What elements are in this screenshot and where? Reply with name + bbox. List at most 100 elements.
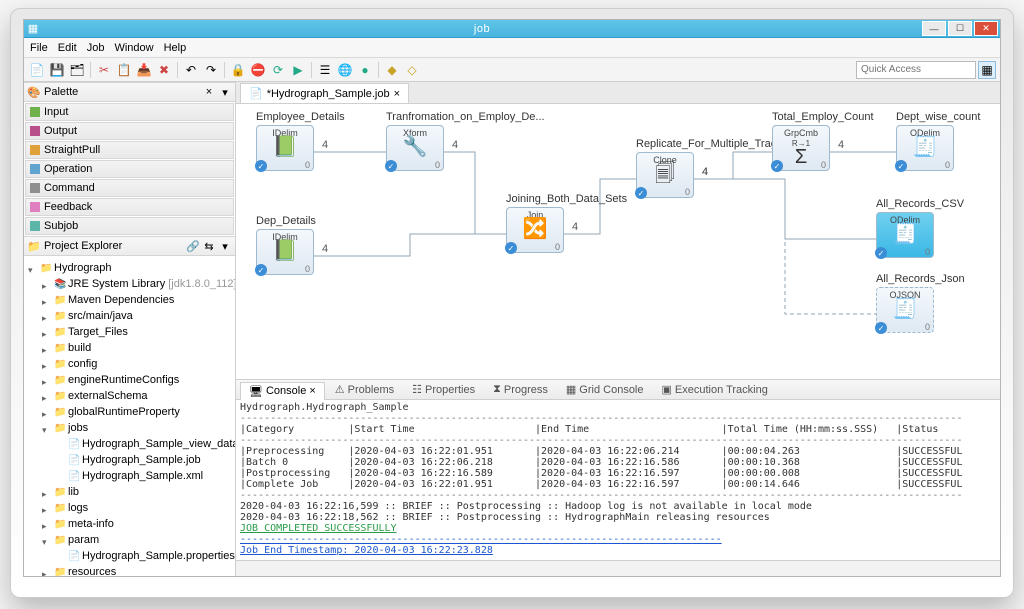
console-output[interactable]: Hydrograph.Hydrograph_Sample------------…: [236, 400, 1000, 560]
graph-node[interactable]: Replicate_For_Multiple_Traget... Clone 🗐…: [636, 139, 712, 198]
tree-node[interactable]: ▸📁config: [40, 356, 233, 372]
stop-icon[interactable]: ⛔: [249, 61, 267, 79]
saveall-icon[interactable]: 🗂: [68, 61, 86, 79]
palette-item[interactable]: Operation: [25, 160, 234, 178]
mark2-icon[interactable]: ◇: [403, 61, 421, 79]
tab-console[interactable]: 🖥 Console ×: [240, 382, 325, 400]
maximize-button[interactable]: ☐: [948, 21, 972, 36]
tab-close-icon[interactable]: ×: [394, 88, 400, 100]
tree-node[interactable]: ▸📁resources: [40, 564, 233, 576]
tree-node[interactable]: ▾📁param📄Hydrograph_Sample.properties: [40, 532, 233, 564]
tree-node[interactable]: 📄Hydrograph_Sample.properties: [54, 548, 233, 564]
run-icon[interactable]: ▶: [289, 61, 307, 79]
palette-item[interactable]: StraightPull: [25, 141, 234, 159]
collapse-icon[interactable]: ▾: [28, 262, 38, 272]
redo-icon[interactable]: ↷: [202, 61, 220, 79]
tree-node[interactable]: ▾📁Hydrograph▸📚JRE System Library [jdk1.8…: [26, 260, 233, 576]
expand-icon[interactable]: ▸: [42, 326, 52, 336]
tree-node[interactable]: 📄Hydrograph_Sample_view_data...: [54, 436, 233, 452]
mark1-icon[interactable]: ◆: [383, 61, 401, 79]
graph-node[interactable]: Tranfromation_on_Employ_De... Xform 🔧 ✓ …: [386, 112, 462, 171]
graph-node[interactable]: Dep_Details IDelim 📗 ✓ 0: [256, 216, 316, 275]
expand-icon[interactable]: ▸: [42, 406, 52, 416]
menu-edit[interactable]: Edit: [58, 42, 77, 54]
tree-node[interactable]: ▸📁engineRuntimeConfigs: [40, 372, 233, 388]
tab-grid[interactable]: ▦Grid Console: [558, 381, 652, 399]
collapse-icon[interactable]: ⇆: [203, 240, 215, 252]
palette-item[interactable]: Input: [25, 103, 234, 121]
menu-job[interactable]: Job: [87, 42, 105, 54]
explorer-menu-icon[interactable]: ▾: [219, 240, 231, 252]
tree-node[interactable]: ▸📁globalRuntimeProperty: [40, 404, 233, 420]
node-box[interactable]: OJSON 🧾 ✓ 0: [876, 287, 934, 333]
palette-item[interactable]: Feedback: [25, 198, 234, 216]
grid-icon[interactable]: ☰: [316, 61, 334, 79]
expand-icon[interactable]: ▸: [42, 278, 52, 288]
node-box[interactable]: GrpCmbR→1 Σ ✓ 0: [772, 125, 830, 171]
delete-icon[interactable]: ✖: [155, 61, 173, 79]
node-box[interactable]: IDelim 📗 ✓ 0: [256, 229, 314, 275]
explorer-header[interactable]: 📁 Project Explorer 🔗 ⇆ ▾: [24, 236, 235, 256]
globe-icon[interactable]: 🌐: [336, 61, 354, 79]
lock-icon[interactable]: 🔒: [229, 61, 247, 79]
expand-icon[interactable]: ▸: [42, 358, 52, 368]
node-box[interactable]: Clone 🗐 ✓ 0: [636, 152, 694, 198]
node-box[interactable]: ODelim 🧾 ✓ 0: [896, 125, 954, 171]
collapse-icon[interactable]: ▾: [42, 534, 52, 544]
palette-item[interactable]: Command: [25, 179, 234, 197]
tree-node[interactable]: ▸📚JRE System Library [jdk1.8.0_112]: [40, 276, 233, 292]
tree-node[interactable]: ▸📁externalSchema: [40, 388, 233, 404]
menu-file[interactable]: File: [30, 42, 48, 54]
tree-node[interactable]: ▸📁build: [40, 340, 233, 356]
collapse-icon[interactable]: ▾: [42, 422, 52, 432]
copy-icon[interactable]: 📋: [115, 61, 133, 79]
tab-exec[interactable]: ▣Execution Tracking: [654, 381, 776, 399]
expand-icon[interactable]: ▸: [42, 390, 52, 400]
tree-node[interactable]: ▸📁lib: [40, 484, 233, 500]
expand-icon[interactable]: ▸: [42, 342, 52, 352]
tree-node[interactable]: ▾📁jobs📄Hydrograph_Sample_view_data...📄Hy…: [40, 420, 233, 484]
node-box[interactable]: ODelim 🧾 ✓ 0: [876, 212, 934, 258]
graph-node[interactable]: Joining_Both_Data_Sets Join 🔀 ✓ 0: [506, 194, 582, 253]
project-explorer[interactable]: ▾📁Hydrograph▸📚JRE System Library [jdk1.8…: [24, 256, 235, 576]
menu-help[interactable]: Help: [164, 42, 187, 54]
tab-properties[interactable]: ☷Properties: [404, 381, 483, 399]
tree-node[interactable]: ▸📁logs: [40, 500, 233, 516]
perspective-icon[interactable]: ▦: [978, 61, 996, 79]
expand-icon[interactable]: ▸: [42, 566, 52, 576]
undo-icon[interactable]: ↶: [182, 61, 200, 79]
graph-node[interactable]: Employee_Details IDelim 📗 ✓ 0: [256, 112, 332, 171]
palette-menu-icon[interactable]: ▾: [219, 86, 231, 98]
tree-node[interactable]: ▸📁Target_Files: [40, 324, 233, 340]
quick-access-input[interactable]: [856, 61, 976, 79]
tab-progress[interactable]: ⧗Progress: [485, 381, 556, 399]
paste-icon[interactable]: 📥: [135, 61, 153, 79]
expand-icon[interactable]: ▸: [42, 374, 52, 384]
expand-icon[interactable]: ▸: [42, 502, 52, 512]
palette-header[interactable]: 🎨 Palette × ▾: [24, 82, 235, 102]
graph-node[interactable]: Total_Employ_Count GrpCmbR→1 Σ ✓ 0: [772, 112, 848, 171]
tree-node[interactable]: ▸📁Maven Dependencies: [40, 292, 233, 308]
cut-icon[interactable]: ✂: [95, 61, 113, 79]
close-button[interactable]: ✕: [974, 21, 998, 36]
tree-node[interactable]: 📄Hydrograph_Sample.xml: [54, 468, 233, 484]
run2-icon[interactable]: ●: [356, 61, 374, 79]
editor-tab[interactable]: 📄 *Hydrograph_Sample.job ×: [240, 83, 409, 103]
link-icon[interactable]: 🔗: [187, 240, 199, 252]
node-box[interactable]: Join 🔀 ✓ 0: [506, 207, 564, 253]
tree-node[interactable]: ▸📁src/main/java: [40, 308, 233, 324]
palette-item[interactable]: Output: [25, 122, 234, 140]
graph-node[interactable]: All_Records_CSV ODelim 🧾 ✓ 0: [876, 199, 952, 258]
expand-icon[interactable]: ▸: [42, 518, 52, 528]
node-box[interactable]: IDelim 📗 ✓ 0: [256, 125, 314, 171]
tab-problems[interactable]: ⚠Problems: [327, 381, 402, 399]
tab-console-close-icon[interactable]: ×: [309, 385, 315, 397]
minimize-button[interactable]: —: [922, 21, 946, 36]
new-icon[interactable]: 📄: [28, 61, 46, 79]
graph-canvas[interactable]: 4444444 Employee_Details IDelim 📗 ✓ 0 De…: [236, 104, 1000, 380]
menu-window[interactable]: Window: [114, 42, 153, 54]
save-icon[interactable]: 💾: [48, 61, 66, 79]
palette-item[interactable]: Subjob: [25, 217, 234, 235]
palette-close-icon[interactable]: ×: [203, 86, 215, 98]
tree-node[interactable]: 📄Hydrograph_Sample.job: [54, 452, 233, 468]
